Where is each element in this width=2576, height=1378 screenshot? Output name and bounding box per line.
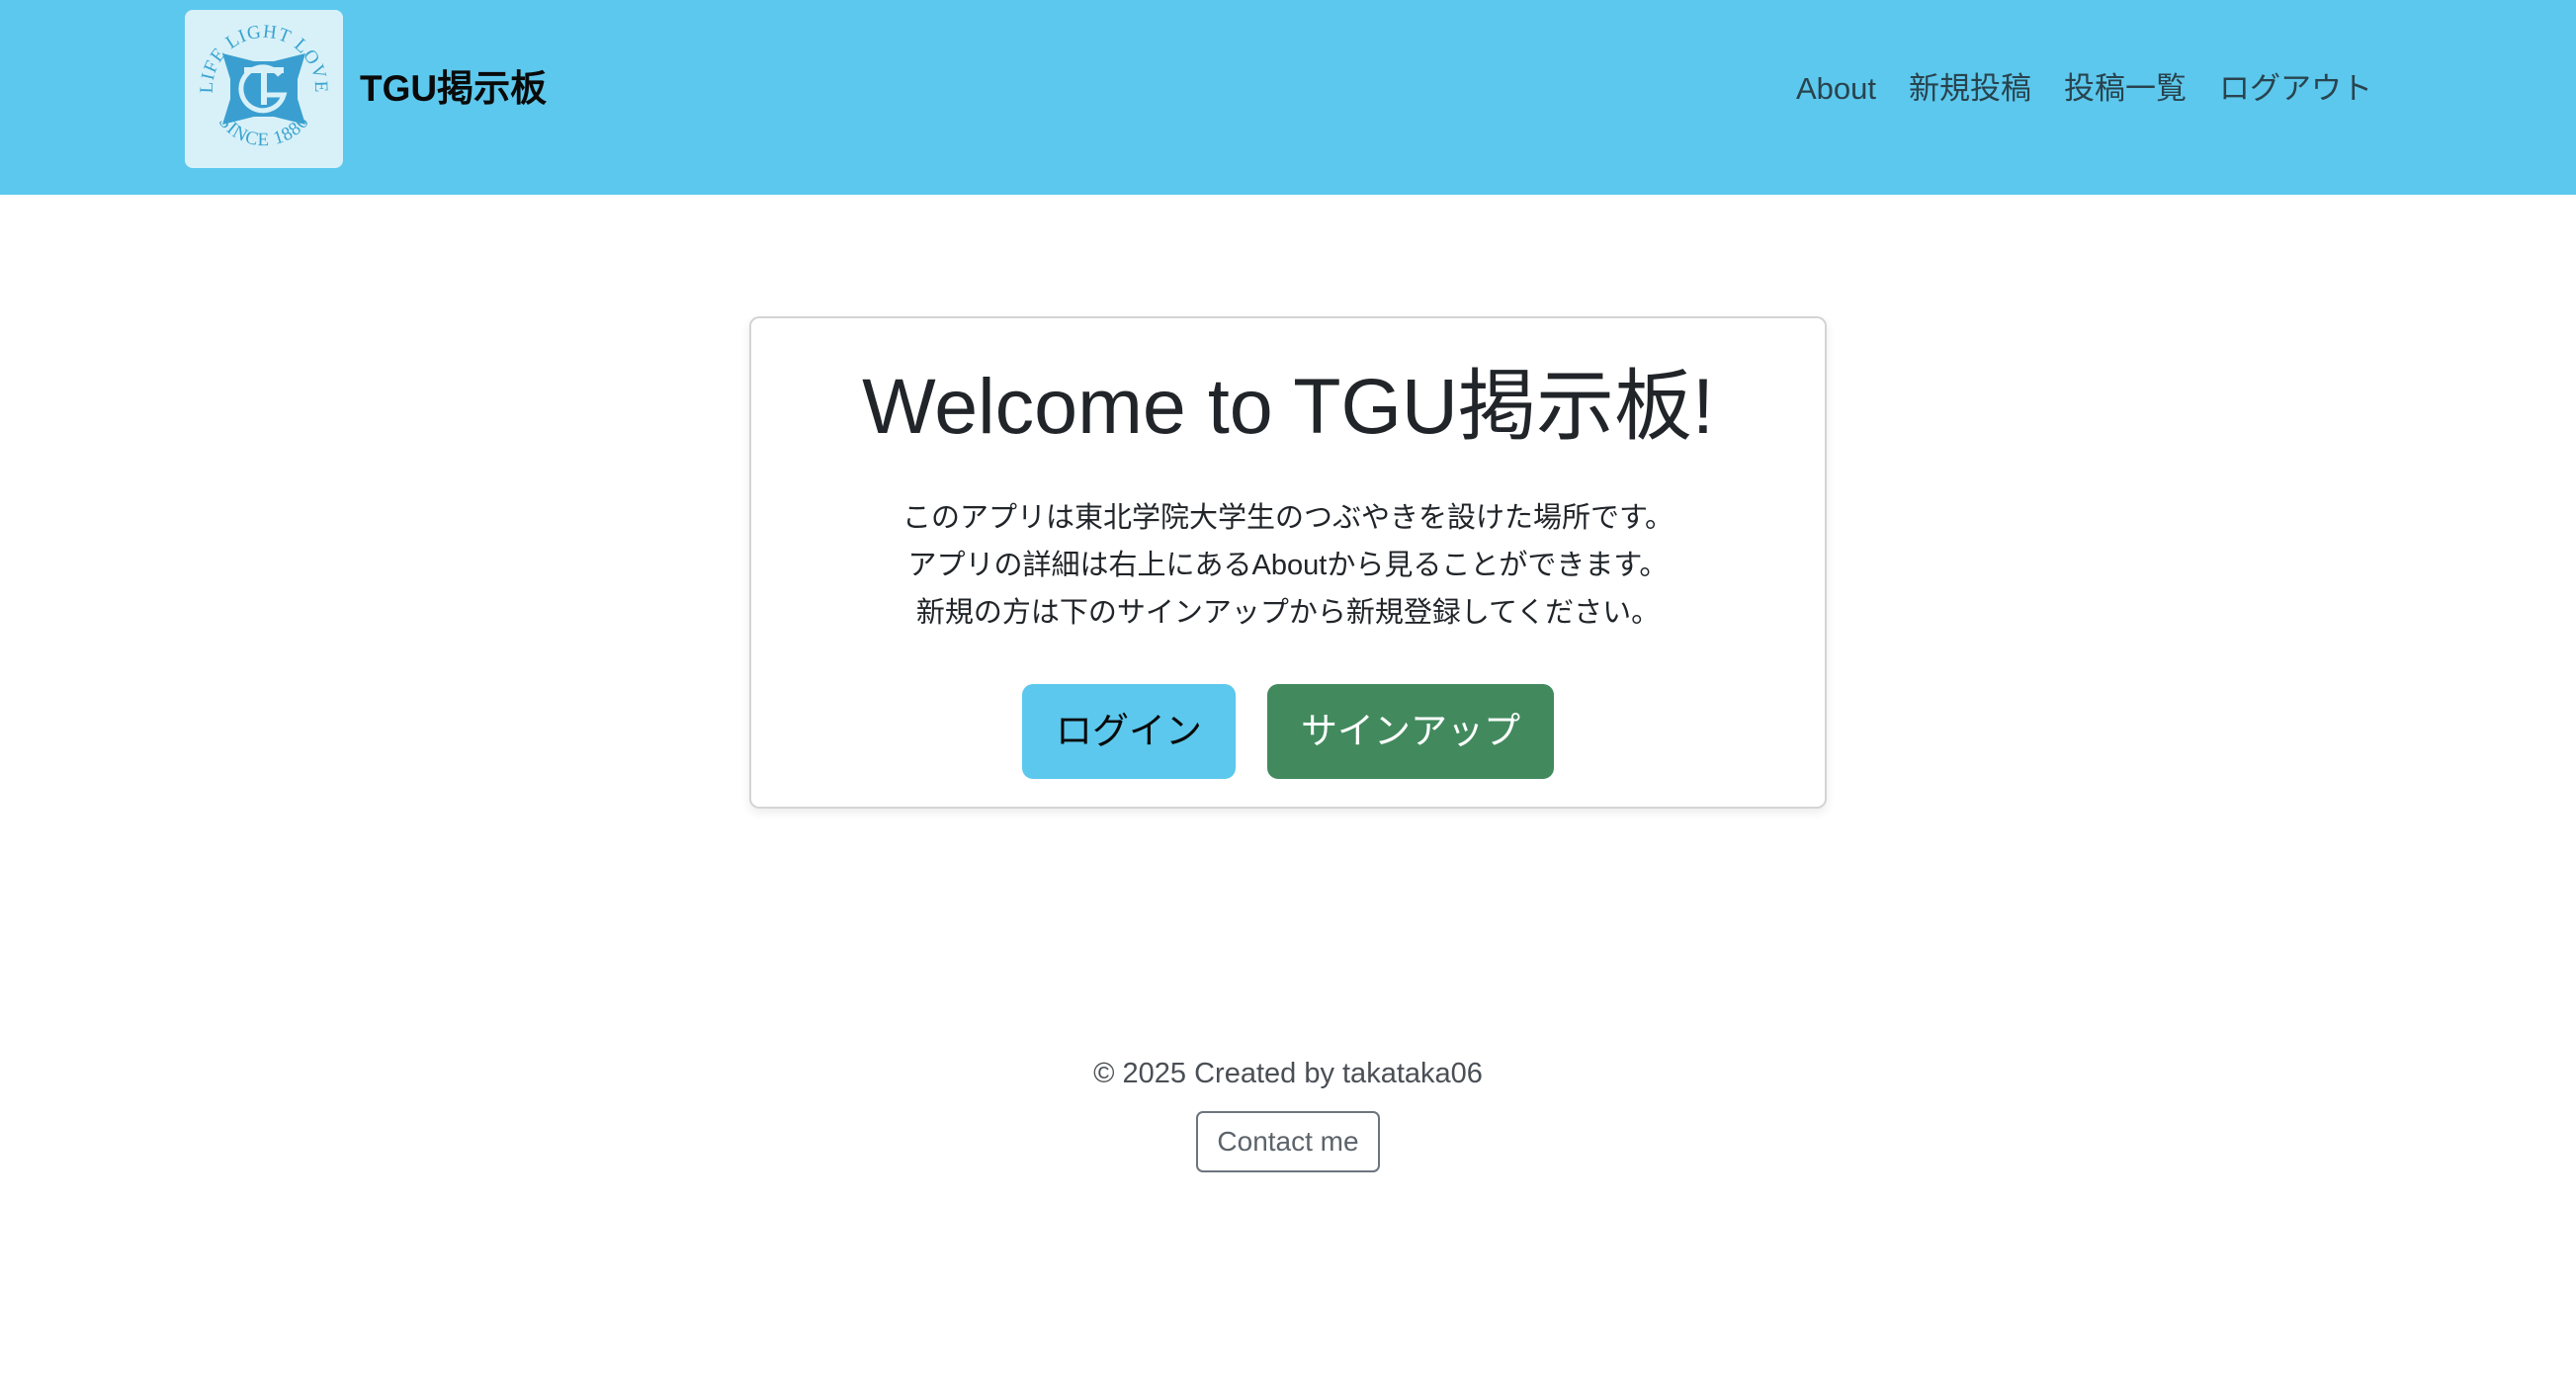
contact-me-button[interactable]: Contact me (1196, 1111, 1380, 1172)
welcome-description-line: このアプリは東北学院大学生のつぶやきを設けた場所です。 (902, 502, 1674, 534)
signup-button[interactable]: サインアップ (1267, 684, 1554, 779)
welcome-title: Welcome to TGU掲示板! (862, 362, 1714, 450)
nav-link-post-list[interactable]: 投稿一覧 (2064, 65, 2187, 113)
navbar: LIFE LIGHT LOVE SINCE 1886 TGU掲示板 About … (0, 0, 2576, 195)
welcome-description-line: アプリの詳細は右上にあるAboutから見ることができます。 (907, 550, 1669, 581)
nav-link-about[interactable]: About (1796, 65, 1876, 113)
brand-name[interactable]: TGU掲示板 (360, 65, 547, 113)
welcome-description: このアプリは東北学院大学生のつぶやきを設けた場所です。 アプリの詳細は右上にある… (751, 494, 1825, 637)
welcome-card: Welcome to TGU掲示板! このアプリは東北学院大学生のつぶやきを設け… (749, 316, 1827, 809)
nav-link-new-post[interactable]: 新規投稿 (1909, 65, 2031, 113)
tgu-seal-logo-icon[interactable]: LIFE LIGHT LOVE SINCE 1886 (185, 10, 343, 168)
copyright-text: © 2025 Created by takataka06 (1093, 1058, 1483, 1089)
welcome-description-line: 新規の方は下のサインアップから新規登録してください。 (915, 597, 1661, 629)
auth-button-row: ログイン サインアップ (751, 684, 1825, 779)
nav-link-logout[interactable]: ログアウト (2219, 65, 2372, 113)
login-button[interactable]: ログイン (1022, 684, 1236, 779)
logo-seal-graphic: LIFE LIGHT LOVE SINCE 1886 (197, 22, 330, 151)
nav-links: About 新規投稿 投稿一覧 ログアウト (1796, 65, 2372, 113)
